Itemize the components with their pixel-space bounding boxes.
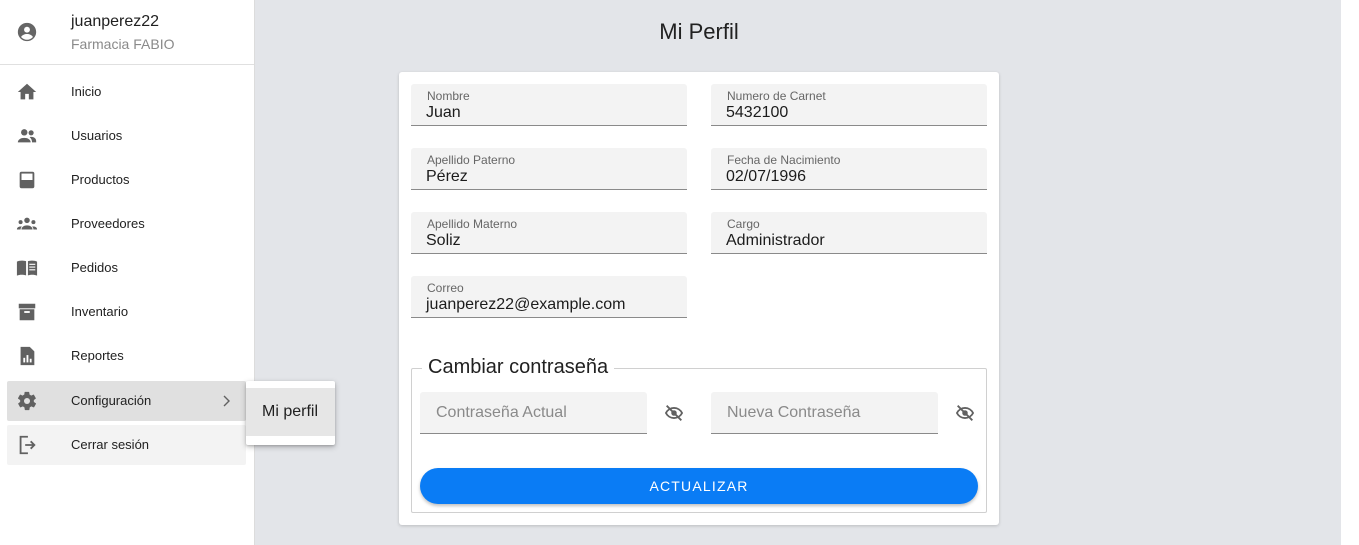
sidebar-item-label: Configuración <box>71 393 152 408</box>
sidebar-item-productos[interactable]: Productos <box>7 160 246 200</box>
password-legend: Cambiar contraseña <box>422 356 615 379</box>
apellido-paterno-field[interactable]: Apellido Paterno Pérez <box>411 148 687 190</box>
sidebar-item-cerrar-sesion[interactable]: Cerrar sesión <box>7 425 246 465</box>
field-value: Pérez <box>426 168 468 185</box>
new-password-input[interactable] <box>711 392 938 433</box>
update-button[interactable]: ACTUALIZAR <box>420 468 978 504</box>
sidebar-item-label: Reportes <box>71 348 124 363</box>
field-value: juanperez22@example.com <box>426 296 626 313</box>
submenu-item-mi-perfil[interactable]: Mi perfil <box>246 388 335 436</box>
field-label: Apellido Materno <box>427 217 518 231</box>
configuracion-submenu: Mi perfil <box>246 381 335 445</box>
sidebar-item-label: Productos <box>71 172 130 187</box>
gear-icon <box>17 391 37 411</box>
sidebar-item-proveedores[interactable]: Proveedores <box>7 204 246 244</box>
chevron-right-icon <box>223 395 230 407</box>
page-title: Mi Perfil <box>659 19 739 44</box>
cargo-field[interactable]: Cargo Administrador <box>711 212 987 254</box>
sidebar: juanperez22 Farmacia FABIO Inicio Usuari… <box>0 0 255 545</box>
submenu-item-label: Mi perfil <box>262 403 319 420</box>
sidebar-item-label: Cerrar sesión <box>71 437 150 452</box>
sidebar-item-label: Inicio <box>71 84 102 99</box>
correo-field[interactable]: Correo juanperez22@example.com <box>411 276 687 318</box>
sidebar-item-label: Pedidos <box>71 260 118 275</box>
field-value: Juan <box>426 104 461 121</box>
fecha-nacimiento-field[interactable]: Fecha de Nacimiento 02/07/1996 <box>711 148 987 190</box>
scrollbar[interactable] <box>1341 0 1359 545</box>
sidebar-item-configuracion[interactable]: Configuración <box>7 381 246 421</box>
field-label: Fecha de Nacimiento <box>727 153 841 167</box>
archive-icon <box>18 303 36 321</box>
book-icon <box>16 260 38 276</box>
field-value: 5432100 <box>726 104 789 121</box>
field-label: Numero de Carnet <box>727 89 826 103</box>
sidebar-item-label: Proveedores <box>71 216 145 231</box>
apellido-materno-field[interactable]: Apellido Materno Soliz <box>411 212 687 254</box>
carnet-field[interactable]: Numero de Carnet 5432100 <box>711 84 987 126</box>
nombre-field[interactable]: Nombre Juan <box>411 84 687 126</box>
field-label: Nombre <box>427 89 470 103</box>
logout-icon <box>19 435 36 455</box>
visibility-off-icon[interactable] <box>662 402 686 424</box>
store-name: Farmacia FABIO <box>71 36 175 52</box>
sidebar-item-label: Usuarios <box>71 128 123 143</box>
sidebar-item-reportes[interactable]: Reportes <box>7 336 246 376</box>
account-circle-icon <box>17 22 37 42</box>
field-label: Correo <box>427 281 464 295</box>
user-profile-header: juanperez22 Farmacia FABIO <box>0 0 254 65</box>
sidebar-item-inventario[interactable]: Inventario <box>7 292 246 332</box>
profile-card: Nombre Juan Numero de Carnet 5432100 Ape… <box>399 72 999 525</box>
box-icon <box>19 171 35 189</box>
people-icon <box>17 129 37 143</box>
new-password-field[interactable] <box>711 392 938 434</box>
field-label: Cargo <box>727 217 760 231</box>
home-icon <box>17 83 37 100</box>
field-value: Soliz <box>426 232 461 249</box>
group-icon <box>16 217 38 230</box>
current-password-field[interactable] <box>420 392 647 434</box>
field-value: 02/07/1996 <box>726 168 807 185</box>
field-value: Administrador <box>726 232 825 249</box>
current-password-input[interactable] <box>420 392 647 433</box>
sidebar-item-pedidos[interactable]: Pedidos <box>7 248 246 288</box>
field-label: Apellido Paterno <box>427 153 516 167</box>
sidebar-item-usuarios[interactable]: Usuarios <box>7 116 246 156</box>
username: juanperez22 <box>71 13 160 30</box>
report-icon <box>20 346 35 366</box>
sidebar-item-label: Inventario <box>71 304 129 319</box>
visibility-off-icon[interactable] <box>953 402 977 424</box>
sidebar-item-inicio[interactable]: Inicio <box>7 72 246 112</box>
